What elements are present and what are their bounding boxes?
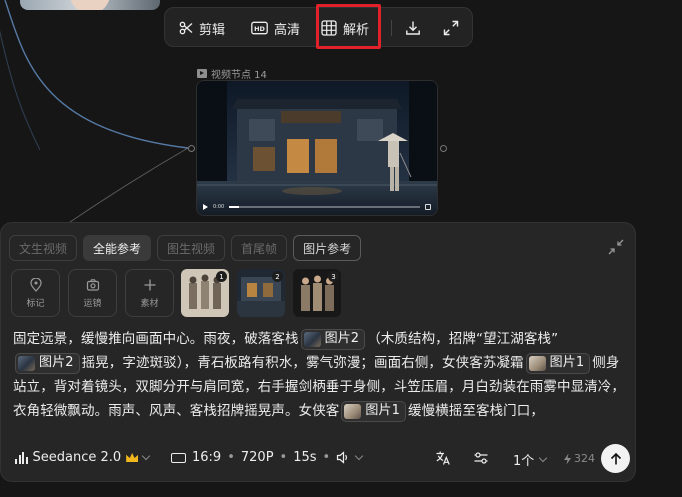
video-frame [197, 81, 437, 215]
model-bars-icon [15, 451, 28, 464]
video-node-title: 视频节点 14 [211, 70, 267, 81]
canvas: 剪辑 HD 高清 解析 视频节点 14 0:00 文生视频 全能参考 图生视频 … [0, 0, 682, 497]
asset-tools: 标记 运镜 素材 [11, 269, 174, 317]
video-icon [197, 69, 207, 78]
mode-tabs: 文生视频 全能参考 图生视频 首尾帧 图片参考 [9, 235, 362, 261]
reference-thumbnail[interactable]: 3 [293, 269, 341, 317]
reference-thumbnail[interactable]: 1 [181, 269, 229, 317]
node-toolbar: 剪辑 HD 高清 解析 [164, 7, 473, 47]
cut-label: 剪辑 [199, 22, 226, 38]
camera-move-button[interactable]: 运镜 [68, 269, 117, 317]
svg-text:HD: HD [254, 25, 265, 33]
output-port[interactable] [440, 145, 447, 152]
location-pin-icon [29, 277, 42, 292]
image-chip[interactable]: 图片2 [15, 352, 80, 374]
image-chip[interactable]: 图片1 [525, 352, 591, 374]
reference-thumbnails: 1 2 3 [181, 269, 341, 317]
parse-button[interactable]: 解析 [321, 16, 369, 40]
speaker-icon [337, 451, 348, 464]
hd-button[interactable]: HD 高清 [251, 16, 300, 40]
cut-button[interactable]: 剪辑 [179, 16, 225, 40]
video-controls: 0:00 [198, 201, 436, 213]
arrow-up-icon [610, 452, 621, 464]
reference-thumbnail[interactable]: 2 [237, 269, 285, 317]
previous-node-thumbnail[interactable] [20, 0, 160, 10]
video-node[interactable] [196, 80, 438, 216]
image-chip[interactable]: 图片2 [300, 328, 366, 350]
chevron-down-icon [141, 451, 151, 461]
video-time: 0:00 [213, 204, 225, 210]
download-button[interactable] [405, 16, 421, 40]
chevron-down-icon [354, 451, 364, 461]
prompt-panel: 文生视频 全能参考 图生视频 首尾帧 图片参考 标记 运镜 素材 1 2 3 固… [0, 222, 636, 482]
sliders-icon[interactable] [473, 450, 489, 466]
prompt-tools [435, 450, 489, 466]
toolbar-divider [391, 20, 392, 36]
tab-first-last-frame[interactable]: 首尾帧 [231, 235, 288, 261]
chevron-down-icon [539, 453, 548, 463]
lightning-icon [564, 453, 571, 464]
hd-icon: HD [251, 21, 268, 35]
fullscreen-button[interactable] [443, 16, 459, 40]
parse-label: 解析 [343, 22, 370, 38]
submit-button[interactable] [601, 444, 630, 473]
add-asset-button[interactable]: 素材 [125, 269, 174, 317]
prompt-input[interactable]: 固定远景，缓慢推向画面中心。雨夜，破落客栈 图片2 （木质结构，招牌“望江湖客栈” 图… [13, 327, 625, 423]
tab-text-to-video[interactable]: 文生视频 [9, 235, 78, 261]
download-icon [406, 21, 420, 35]
output-count-selector[interactable]: 1个 [513, 450, 548, 469]
tab-image-to-video[interactable]: 图生视频 [157, 235, 226, 261]
input-port[interactable] [188, 145, 195, 152]
grid-icon [321, 20, 337, 36]
mark-button[interactable]: 标记 [11, 269, 60, 317]
video-progress[interactable] [229, 206, 420, 208]
fullscreen-icon [443, 20, 459, 36]
model-name: Seedance 2.0 [32, 450, 122, 465]
video-settings[interactable]: 16:9 • 720P • 15s • [171, 450, 364, 465]
collapse-icon[interactable] [608, 239, 624, 255]
scissors-icon [179, 21, 193, 35]
plus-icon [144, 279, 155, 290]
credit-cost: 324 [563, 452, 595, 465]
tab-image-reference[interactable]: 图片参考 [293, 235, 362, 261]
aspect-ratio-icon [171, 452, 186, 463]
generation-settings-bar: Seedance 2.0 16:9 • 720P • 15s • 1个 324 [1, 444, 637, 480]
image-chip[interactable]: 图片1 [341, 400, 406, 422]
camera-icon [86, 278, 99, 291]
play-icon[interactable] [203, 204, 208, 210]
video-fullscreen-icon[interactable] [425, 204, 431, 210]
model-selector[interactable]: Seedance 2.0 [15, 450, 151, 465]
video-node-label: 视频节点 14 [197, 66, 267, 81]
hd-label: 高清 [274, 22, 301, 38]
crown-icon [126, 453, 139, 462]
translate-icon[interactable] [435, 450, 451, 466]
tab-omni-reference[interactable]: 全能参考 [83, 235, 152, 261]
